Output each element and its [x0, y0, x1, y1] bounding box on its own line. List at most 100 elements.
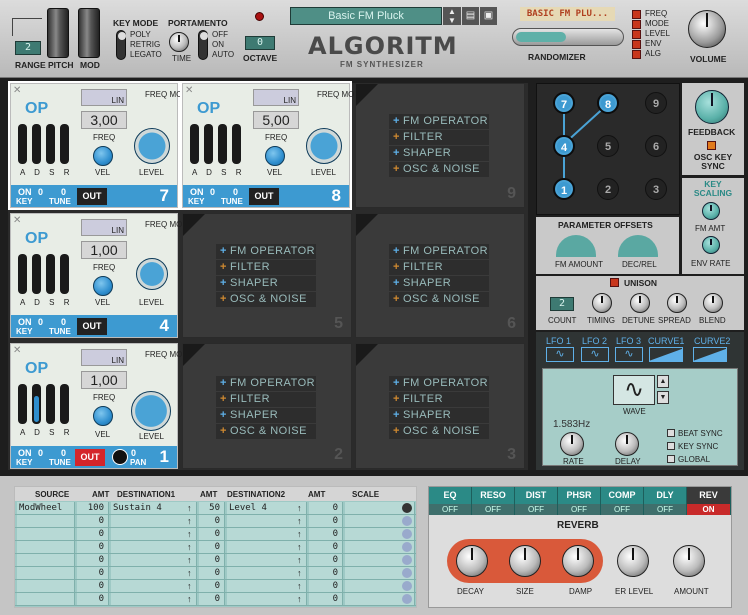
key-value[interactable]: 0: [38, 317, 43, 327]
direction-arrow-icon[interactable]: ↑: [187, 593, 197, 605]
sustain-slider[interactable]: [46, 384, 55, 424]
key-mode-switch[interactable]: [116, 30, 126, 60]
tab-rev[interactable]: REV: [687, 487, 731, 504]
tab-curve1[interactable]: CURVE1: [648, 336, 684, 346]
key-value[interactable]: 0: [38, 187, 43, 197]
direction-arrow-icon[interactable]: ↑: [297, 554, 307, 566]
save-icon[interactable]: ▣: [480, 7, 497, 25]
sustain-slider[interactable]: [218, 124, 227, 164]
mod-matrix-cell[interactable]: [227, 567, 307, 579]
operator-8[interactable]: ✕ OP A D S R LIN FREQ MODE 5,00 FREQ VEL…: [180, 81, 365, 210]
add-shaper[interactable]: + SHAPER: [389, 408, 489, 423]
decay-slider[interactable]: [204, 124, 213, 164]
release-slider[interactable]: [232, 124, 241, 164]
dist-state[interactable]: OFF: [515, 504, 558, 515]
freq-mode-curve[interactable]: LIN: [253, 89, 299, 106]
direction-arrow-icon[interactable]: ↑: [297, 593, 307, 605]
mod-matrix-cell[interactable]: [17, 528, 75, 540]
reso-state[interactable]: OFF: [472, 504, 515, 515]
operator-4[interactable]: ✕ OP A D S R LIN FREQ MODE 1,00 FREQ VEL…: [10, 213, 193, 338]
tab-lfo3[interactable]: LFO 3: [616, 336, 641, 346]
direction-arrow-icon[interactable]: ↑: [297, 541, 307, 553]
freq-value[interactable]: 3,00: [81, 111, 127, 129]
tab-eq[interactable]: EQ: [429, 487, 472, 504]
level-knob[interactable]: [306, 128, 342, 164]
mod-matrix-cell[interactable]: 0: [309, 515, 343, 527]
mod-matrix-cell[interactable]: 50: [199, 502, 225, 514]
key-value[interactable]: 0: [38, 448, 43, 458]
out-button[interactable]: OUT: [77, 318, 107, 335]
slot-2[interactable]: + FM OPERATOR + FILTER + SHAPER + OSC & NOIS…: [182, 343, 352, 469]
mod-matrix-cell[interactable]: [227, 528, 307, 540]
folder-icon[interactable]: ▤: [462, 7, 479, 25]
add-osc-noise[interactable]: + OSC & NOISE: [389, 292, 489, 307]
rand-alg-led[interactable]: [632, 49, 641, 59]
add-fm-operator[interactable]: + FM OPERATOR: [389, 376, 489, 391]
algo-node-2[interactable]: 2: [597, 178, 619, 200]
tune-value[interactable]: 0: [61, 187, 66, 197]
octave-display[interactable]: 0: [245, 36, 275, 50]
algo-node-8[interactable]: 8: [597, 92, 619, 114]
direction-arrow-icon[interactable]: ↑: [297, 515, 307, 527]
mod-matrix-cell[interactable]: Sustain 4: [111, 502, 197, 514]
mod-matrix-cell[interactable]: [111, 541, 197, 553]
algo-node-6[interactable]: 6: [645, 135, 667, 157]
mod-matrix-cell[interactable]: 0: [199, 580, 225, 592]
direction-arrow-icon[interactable]: ↑: [187, 515, 197, 527]
eq-state[interactable]: OFF: [429, 504, 472, 515]
algo-node-5[interactable]: 5: [597, 135, 619, 157]
freq-mode-curve[interactable]: LIN: [81, 219, 127, 236]
clear-row-icon[interactable]: [402, 542, 412, 552]
wave-up-arrow[interactable]: ▲: [657, 375, 669, 388]
close-icon[interactable]: ✕: [13, 215, 21, 226]
rand-level-led[interactable]: [632, 29, 641, 39]
feedback-knob[interactable]: [695, 90, 729, 124]
mod-matrix-cell[interactable]: 0: [77, 593, 109, 605]
mod-matrix-cell[interactable]: 0: [199, 515, 225, 527]
pitch-wheel[interactable]: [47, 8, 69, 58]
blend-knob[interactable]: [703, 293, 723, 313]
env-rate-knob[interactable]: [702, 236, 720, 254]
patch-browse-arrows[interactable]: ▲ ▼: [443, 7, 461, 25]
level-knob[interactable]: [136, 258, 168, 290]
rand-env-led[interactable]: [632, 39, 641, 49]
mod-matrix-cell[interactable]: [111, 580, 197, 592]
level-knob[interactable]: [134, 128, 170, 164]
size-knob[interactable]: [509, 545, 541, 577]
velocity-knob[interactable]: [93, 406, 113, 426]
curve2-icon[interactable]: [693, 347, 727, 362]
mod-matrix-cell[interactable]: [111, 515, 197, 527]
slot-6[interactable]: + FM OPERATOR + FILTER + SHAPER + OSC & NOIS…: [355, 213, 525, 338]
algo-node-3[interactable]: 3: [645, 178, 667, 200]
pan-knob[interactable]: [112, 449, 128, 465]
damp-knob[interactable]: [562, 545, 594, 577]
mod-matrix-cell[interactable]: [111, 554, 197, 566]
mod-matrix-cell[interactable]: 0: [199, 593, 225, 605]
pan-value[interactable]: 0: [131, 448, 136, 458]
velocity-knob[interactable]: [265, 146, 285, 166]
add-filter[interactable]: + FILTER: [389, 392, 489, 407]
freq-value[interactable]: 1,00: [81, 241, 127, 259]
tune-value[interactable]: 0: [61, 448, 66, 458]
key-on-label[interactable]: ON: [18, 317, 32, 327]
freq-value[interactable]: 5,00: [253, 111, 299, 129]
direction-arrow-icon[interactable]: ↑: [297, 580, 307, 592]
key-on-label[interactable]: ON: [18, 448, 32, 458]
operator-7[interactable]: ✕ OP A D S R LIN FREQ MODE 3,00 FREQ VEL…: [8, 81, 193, 210]
tab-dly[interactable]: DLY: [644, 487, 687, 504]
attack-slider[interactable]: [190, 124, 199, 164]
add-filter[interactable]: + FILTER: [216, 260, 316, 275]
mod-matrix-cell[interactable]: [111, 593, 197, 605]
dly-state[interactable]: OFF: [644, 504, 687, 515]
direction-arrow-icon[interactable]: ↑: [187, 528, 197, 540]
osc-key-sync-led[interactable]: [707, 141, 716, 150]
amount-knob[interactable]: [673, 545, 705, 577]
mod-matrix-cell[interactable]: 0: [199, 554, 225, 566]
level-knob[interactable]: [131, 391, 171, 431]
spread-knob[interactable]: [667, 293, 687, 313]
direction-arrow-icon[interactable]: ↑: [187, 541, 197, 553]
add-shaper[interactable]: + SHAPER: [216, 408, 316, 423]
mod-matrix-cell[interactable]: 0: [77, 541, 109, 553]
mod-matrix-cell[interactable]: 0: [309, 502, 343, 514]
close-icon[interactable]: ✕: [185, 85, 193, 96]
